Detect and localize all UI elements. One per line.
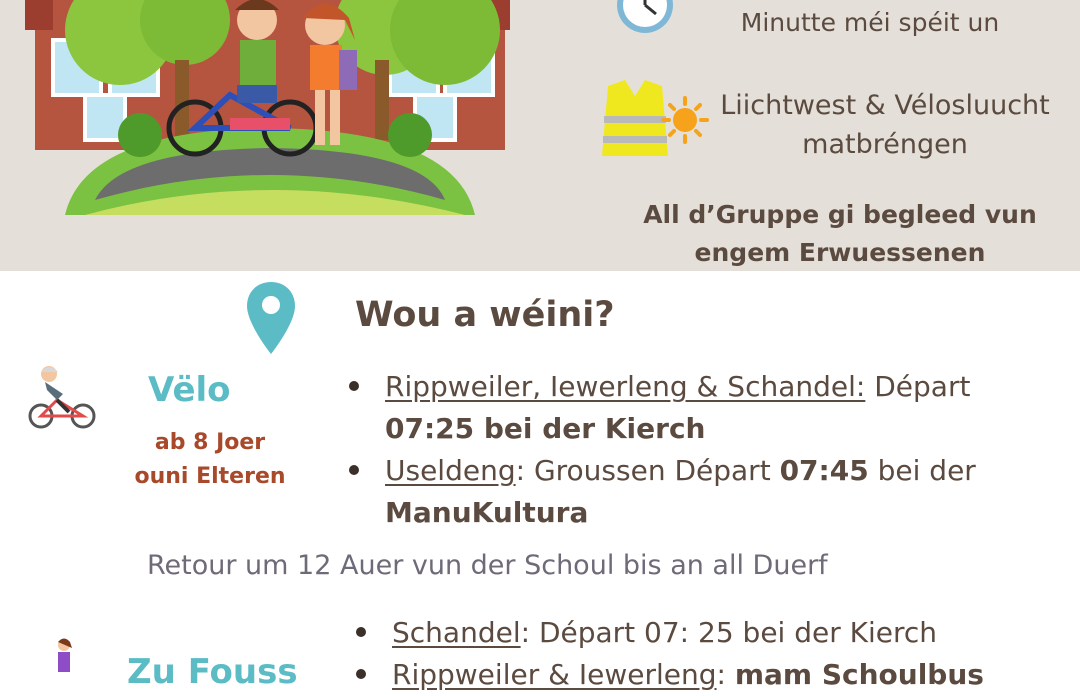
departure-location: ManuKultura [385,496,589,529]
location-pin-icon [247,282,295,354]
section-title: Wou a wéini? [355,295,615,335]
bike-label: Vëlo [148,370,231,410]
place-name: Rippweiler, Iewerleng & Schandel: [385,370,866,403]
bike-age-line1: ab 8 Joer [154,430,266,455]
vest-note-line1: Liichtwest & Vélosluucht [720,90,1050,121]
safety-vest-icon [602,80,709,156]
list-item: Useldeng: Groussen Départ 07:45 bei der … [347,450,1037,534]
bike-age-line2: ouni Elteren [134,464,286,489]
departure-text: Départ [865,370,971,403]
walk-label: Zu Fouss [127,652,298,692]
departure-text: : Groussen Départ [515,454,780,487]
kids-bike-illustration [25,0,510,215]
return-note: Retour um 12 Auer vun der Schoul bis an … [147,550,828,581]
walking-person-icon [58,638,72,672]
departure-time: 07:45 [779,454,869,487]
bike-age-note: ab 8 Joer ouni Elteren [115,426,305,494]
departure-time: 07:25 bei der Kierch [385,412,706,445]
bike-departure-list: Rippweiler, Iewerleng & Schandel: Départ… [347,366,1037,534]
cyclist-icon [28,366,96,429]
list-item: Rippweiler & Iewerleng: mam Schoulbus [354,654,1074,696]
sun-light-icon [661,96,709,144]
place-name: Useldeng [385,454,516,487]
list-item: Schandel: Départ 07: 25 bei der Kierch [354,612,1074,654]
vest-note-line2: matbréngen [802,129,968,160]
group-escort-note: All d’Gruppe gi begleed vun engem Erwues… [630,196,1050,272]
late-arrival-note: Minutte méi spéit un [740,8,1000,37]
departure-text: bei der [868,454,976,487]
group-note-line1: All d’Gruppe gi begleed vun [643,200,1037,229]
departure-text: : Départ 07: 25 bei der Kierch [520,616,938,649]
clock-icon [617,0,673,33]
list-item: Rippweiler, Iewerleng & Schandel: Départ… [347,366,1037,450]
group-note-line2: engem Erwuessenen [694,238,986,267]
vest-light-note: Liichtwest & Vélosluucht matbréngen [715,86,1055,164]
walk-departure-list: Schandel: Départ 07: 25 bei der Kierch R… [354,612,1074,696]
place-name: Schandel [392,616,521,649]
